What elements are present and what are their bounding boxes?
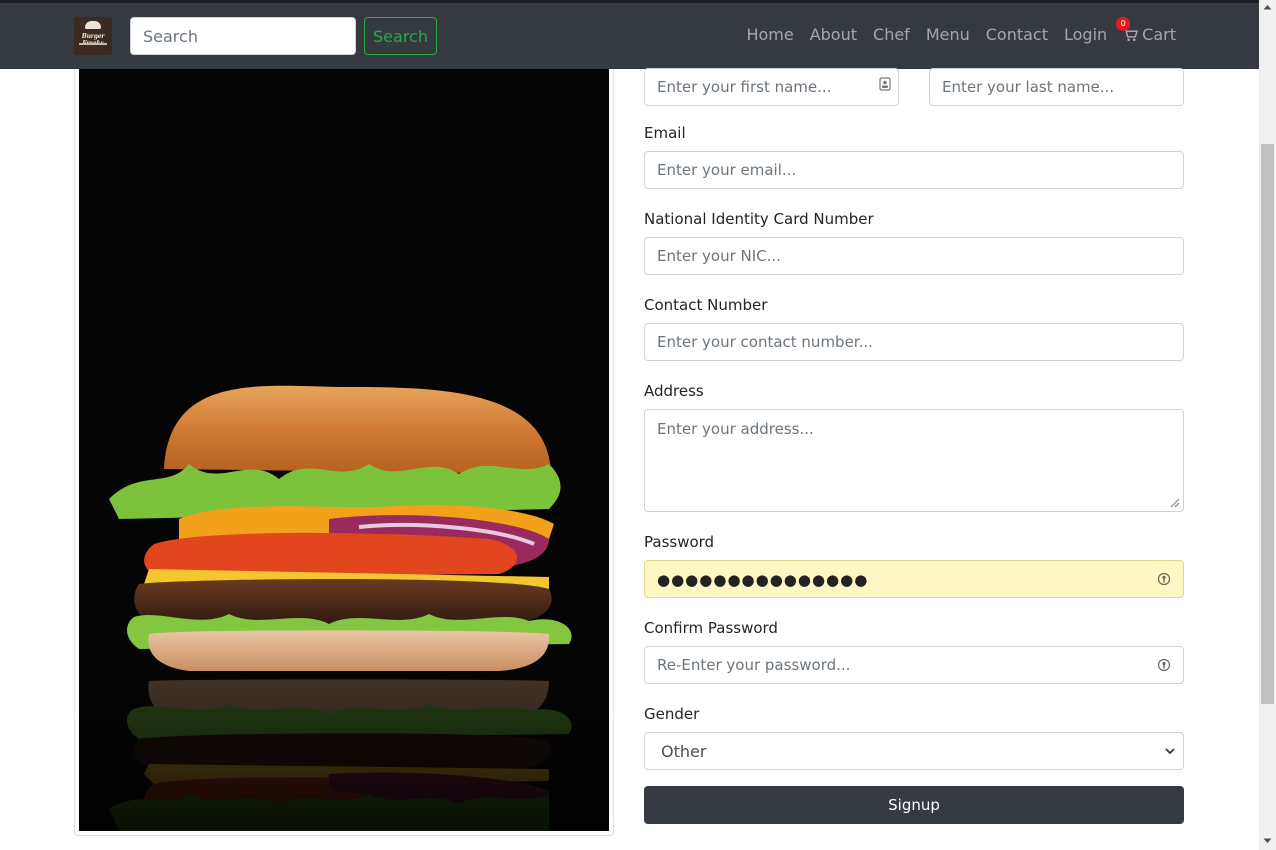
chevron-down-icon xyxy=(1165,748,1175,755)
search-button[interactable]: Search xyxy=(364,17,437,55)
logo-underline xyxy=(79,43,107,45)
contact-number-input[interactable] xyxy=(644,323,1184,361)
email-input[interactable] xyxy=(644,151,1184,189)
password-input[interactable]: ●●●●●●●●●●●●●●● xyxy=(644,560,1184,598)
gender-label: Gender xyxy=(644,705,700,723)
resize-grip-icon[interactable] xyxy=(1170,498,1180,508)
scrollbar-thumb[interactable] xyxy=(1261,144,1274,704)
confirm-password-label: Confirm Password xyxy=(644,619,778,637)
nav-link-login[interactable]: Login xyxy=(1064,25,1107,44)
navbar: Burger Freaks Search Home About Chef Men… xyxy=(0,3,1259,69)
signup-button[interactable]: Signup xyxy=(644,786,1184,824)
nav-link-home[interactable]: Home xyxy=(746,25,793,44)
email-label: Email xyxy=(644,124,686,142)
nic-input[interactable] xyxy=(644,237,1184,275)
contact-number-label: Contact Number xyxy=(644,296,768,314)
brand-logo[interactable]: Burger Freaks xyxy=(74,17,112,55)
scroll-up-arrow-icon[interactable] xyxy=(1263,4,1272,10)
confirm-password-input[interactable] xyxy=(644,646,1184,684)
nav-link-menu[interactable]: Menu xyxy=(926,25,970,44)
password-manager-icon[interactable] xyxy=(1157,572,1171,586)
nav-link-cart[interactable]: 0 Cart xyxy=(1116,17,1176,44)
password-label: Password xyxy=(644,533,715,551)
page-scrollbar[interactable] xyxy=(1259,0,1276,850)
search-input[interactable] xyxy=(130,17,356,55)
nav-link-chef[interactable]: Chef xyxy=(873,25,910,44)
password-value: ●●●●●●●●●●●●●●● xyxy=(657,571,869,589)
burger-photo xyxy=(79,69,609,831)
contact-card-icon xyxy=(879,77,891,91)
gender-selected-value: Other xyxy=(661,741,707,761)
nav-link-contact[interactable]: Contact xyxy=(986,25,1048,44)
nav-link-about[interactable]: About xyxy=(810,25,857,44)
nav-links: Home About Chef Menu Contact Login 0 Car… xyxy=(730,17,1176,44)
last-name-input[interactable] xyxy=(929,68,1184,106)
first-name-input[interactable] xyxy=(644,68,899,106)
nic-label: National Identity Card Number xyxy=(644,210,874,228)
scroll-down-arrow-icon[interactable] xyxy=(1263,838,1272,844)
password-manager-icon[interactable] xyxy=(1157,658,1171,672)
burger-logo-icon xyxy=(85,21,101,29)
address-label: Address xyxy=(644,382,704,400)
burger-image-card xyxy=(74,69,614,836)
gender-select[interactable]: Other xyxy=(644,732,1184,770)
address-textarea[interactable] xyxy=(644,409,1184,512)
cart-label: Cart xyxy=(1142,25,1176,44)
